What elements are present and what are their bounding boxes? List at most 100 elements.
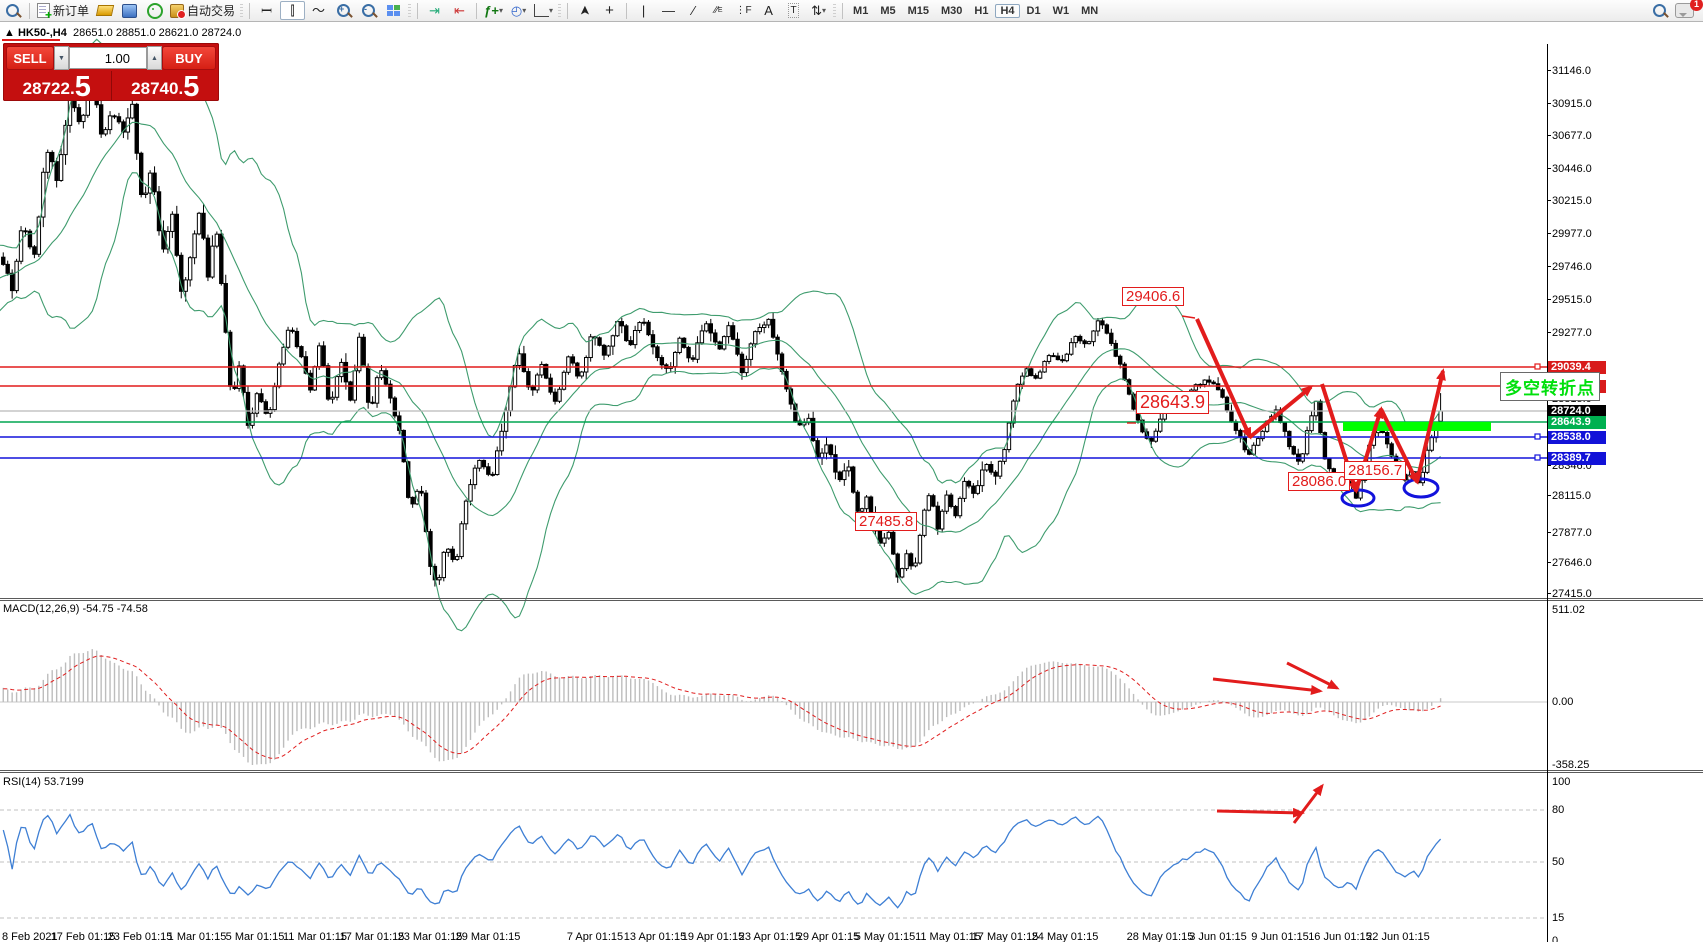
chart-shift-icon[interactable]: ⇤: [448, 2, 471, 19]
arrows-tool[interactable]: ⇅▾: [807, 2, 830, 19]
timeframe-w1[interactable]: W1: [1048, 4, 1075, 18]
separator: [626, 3, 627, 19]
macd-label: MACD(12,26,9) -54.75 -74.58: [3, 603, 148, 615]
line-chart-icon[interactable]: 〜: [307, 2, 330, 19]
new-order-button[interactable]: + 新订单: [35, 2, 91, 19]
timeframe-m5[interactable]: M5: [875, 4, 900, 18]
time-axis-label: 5 Mar 01:15: [226, 931, 285, 942]
time-axis-label: 9 Jun 01:15: [1251, 931, 1309, 942]
rsi-arrows: [1217, 786, 1322, 823]
time-axis-label: 23 Feb 01:15: [108, 931, 173, 942]
chart-header: ▲ HK50-,H4 28651.0 28851.0 28621.0 28724…: [4, 27, 241, 39]
green-highlight-bar[interactable]: [1343, 422, 1491, 431]
gold-icon[interactable]: [93, 2, 116, 19]
chart-plot[interactable]: [0, 22, 1703, 942]
chart-canvas[interactable]: ▲ HK50-,H4 28651.0 28851.0 28621.0 28724…: [0, 21, 1703, 942]
time-axis-label: 3 Jun 01:15: [1189, 931, 1247, 942]
rsi-tick-label: 15: [1552, 912, 1642, 924]
candlestick-chart-icon[interactable]: ⫿: [280, 1, 305, 20]
toolbar: + 新订单 自动交易 𝄩 ⫿ 〜 + - ⇥ ⇤ ƒ+▾ ◴▾ ▾ ➤ + | …: [0, 0, 1703, 22]
time-axis-label: 11 Mar 01:15: [283, 931, 347, 942]
rsi-tick-label: 80: [1552, 804, 1642, 816]
macd-signal-line: [3, 656, 1440, 758]
price-tick-label: 30215.0: [1552, 195, 1642, 207]
fibonacci-tool[interactable]: ⋮F: [732, 2, 755, 19]
timeframe-mn[interactable]: MN: [1076, 4, 1103, 18]
indicators-button[interactable]: ƒ+▾: [482, 2, 505, 19]
mt4-window: + 新订单 自动交易 𝄩 ⫿ 〜 + - ⇥ ⇤ ƒ+▾ ◴▾ ▾ ➤ + | …: [0, 0, 1703, 942]
macd-tick-label: -358.25: [1552, 759, 1642, 771]
time-axis-label: 17 Mar 01:15: [340, 931, 405, 942]
signals-icon[interactable]: [143, 2, 166, 19]
time-axis-label: 23 Apr 01:15: [739, 931, 801, 942]
timeframe-m30[interactable]: M30: [936, 4, 967, 18]
bollinger-bands: [0, 39, 1441, 631]
rsi-pane: [0, 810, 1547, 918]
price-tick-label: 27877.0: [1552, 527, 1642, 539]
timeframe-h4[interactable]: H4: [995, 4, 1019, 18]
price-annotation-label[interactable]: 28086.0: [1288, 472, 1350, 491]
notification-badge: 1: [1690, 0, 1703, 11]
rsi-label: RSI(14) 53.7199: [3, 776, 84, 788]
buy-price[interactable]: 28740.5: [112, 71, 220, 101]
auto-trading-button[interactable]: 自动交易: [168, 2, 237, 19]
candlestick-series: [2, 69, 1443, 586]
notifications-icon[interactable]: 1: [1673, 2, 1696, 19]
symbol-underline: [2, 39, 60, 41]
crosshair-tool[interactable]: +: [598, 2, 621, 19]
search-icon[interactable]: [1648, 2, 1671, 19]
templates-button[interactable]: ▾: [532, 2, 555, 19]
text-label-tool[interactable]: T: [782, 2, 805, 19]
price-annotation-label[interactable]: 28643.9: [1136, 391, 1209, 414]
price-tick-label: 27415.0: [1552, 588, 1642, 600]
bar-chart-icon[interactable]: 𝄩: [255, 2, 278, 19]
timeframe-group: M1M5M15M30H1H4D1W1MN: [847, 4, 1104, 18]
trendline-tool[interactable]: ∕: [682, 2, 705, 19]
price-tick-label: 30446.0: [1552, 163, 1642, 175]
ohlc-open: 28651.0: [73, 27, 113, 39]
time-axis-label: 5 May 01:15: [855, 931, 916, 942]
separator: [249, 3, 250, 19]
auto-scroll-icon[interactable]: ⇥: [423, 2, 446, 19]
zoom-in-icon[interactable]: +: [332, 2, 355, 19]
sell-price[interactable]: 28722.5: [3, 71, 112, 101]
price-tick-label: 27646.0: [1552, 557, 1642, 569]
horizontal-line-tool[interactable]: —: [657, 2, 680, 19]
one-click-trading-panel: SELL ▼ 1.00 ▲ BUY 28722.5 28740.5: [3, 43, 219, 101]
market-watch-icon[interactable]: [1, 2, 24, 19]
new-order-icon: +: [37, 3, 50, 18]
tile-windows-icon[interactable]: [382, 2, 405, 19]
periods-button[interactable]: ◴▾: [507, 2, 530, 19]
channel-tool[interactable]: ∕∕E: [707, 2, 730, 19]
time-axis-label: 29 Mar 01:15: [456, 931, 521, 942]
timeframe-h1[interactable]: H1: [969, 4, 993, 18]
buy-button[interactable]: BUY: [162, 46, 216, 70]
time-axis-label: 24 May 01:15: [1032, 931, 1099, 942]
time-axis-label: 16 Jun 01:15: [1308, 931, 1372, 942]
price-tick-label: 30677.0: [1552, 130, 1642, 142]
sell-button[interactable]: SELL: [6, 46, 54, 70]
text-tool[interactable]: A: [757, 2, 780, 19]
timeframe-d1[interactable]: D1: [1022, 4, 1046, 18]
price-tick-label: 29515.0: [1552, 294, 1642, 306]
zoom-out-icon[interactable]: -: [357, 2, 380, 19]
separator: [842, 3, 843, 19]
price-annotation-label[interactable]: 28156.7: [1344, 461, 1406, 480]
price-annotation-label[interactable]: 29406.6: [1122, 287, 1184, 306]
cursor-tool[interactable]: ➤: [573, 2, 596, 19]
price-annotation-label[interactable]: 27485.8: [855, 512, 917, 531]
time-axis-label: 8 Feb 2021: [2, 931, 58, 942]
price-tick-label: 29746.0: [1552, 261, 1642, 273]
volume-decrease-button[interactable]: ▼: [54, 46, 69, 70]
timeframe-m15[interactable]: M15: [903, 4, 934, 18]
time-axis-label: 17 Feb 01:15: [51, 931, 116, 942]
macd-tick-label: 0.00: [1552, 696, 1642, 708]
metaeditor-icon[interactable]: [118, 2, 141, 19]
volume-increase-button[interactable]: ▲: [147, 46, 162, 70]
vertical-line-tool[interactable]: |: [632, 2, 655, 19]
note-label[interactable]: 多空转折点: [1500, 372, 1600, 401]
timeframe-m1[interactable]: M1: [848, 4, 873, 18]
volume-input[interactable]: 1.00: [69, 47, 147, 69]
price-tick-label: 30915.0: [1552, 98, 1642, 110]
rsi-line: [3, 815, 1440, 908]
